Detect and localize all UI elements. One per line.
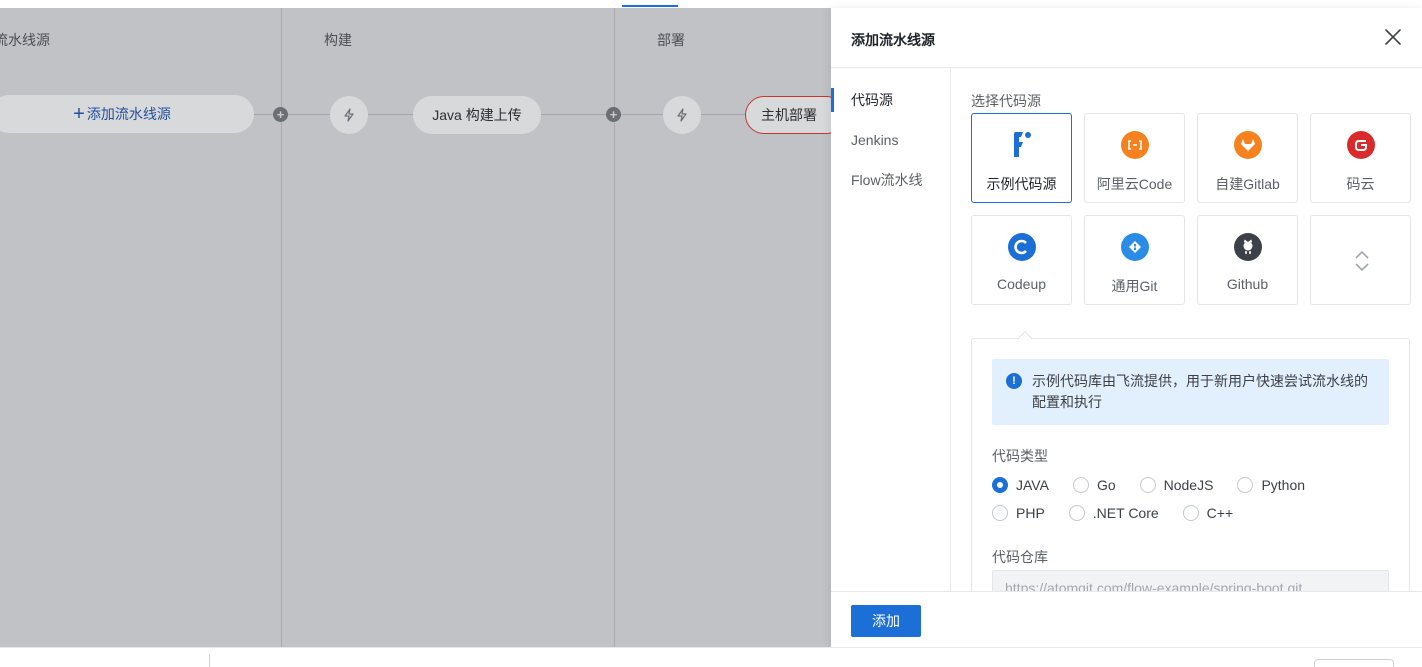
active-tab-indicator [622,5,678,7]
git-icon [1121,233,1149,261]
repo-label: 代码仓库 [992,549,1048,565]
connector-line [288,114,333,115]
drawer-footer: 添加 [831,591,1422,647]
source-card-gitee[interactable]: 码云 [1310,113,1411,203]
code-type-radio-group-row2: PHP .NET Core C++ [992,505,1257,521]
add-stage-plus-icon[interactable]: + [273,107,288,122]
source-card-codeup[interactable]: Codeup [971,215,1072,305]
radio-php[interactable]: PHP [992,505,1045,521]
radio-circle [1068,505,1085,521]
nav-item-code-source[interactable]: 代码源 [831,80,950,120]
source-detail-panel: ! 示例代码库由飞流提供，用于新用户快速尝试流水线的配置和执行 代码类型 JAV… [971,330,1410,591]
connector-line [541,114,609,115]
radio-java[interactable]: JAVA [992,477,1049,493]
stage-title-build: 构建 [324,32,352,48]
drawer-title: 添加流水线源 [851,32,935,48]
bottom-divider [209,654,210,667]
info-icon: ! [1006,373,1022,389]
info-text: 示例代码库由飞流提供，用于新用户快速尝试流水线的配置和执行 [1032,373,1368,410]
source-label: Github [1226,276,1269,292]
bottom-button-edge[interactable] [1314,659,1394,667]
bolt-icon [677,108,687,122]
radio-label: C++ [1206,505,1234,521]
stage-title-source: 流水线源 [0,32,50,48]
close-icon [1385,29,1401,45]
code-type-radio-group: JAVA Go NodeJS Python [992,477,1329,493]
source-label: 码云 [1346,176,1375,192]
code-type-label: 代码类型 [992,448,1048,464]
add-source-drawer: 添加流水线源 代码源 Jenkins Flow流水线 选择代码源 示例代码源 阿… [831,8,1422,647]
add-stage-plus-icon[interactable]: + [606,107,621,122]
aliyun-code-icon [1121,131,1149,159]
radio-label: NodeJS [1163,477,1214,493]
codeup-icon [1008,233,1036,261]
radio-circle [992,477,1008,493]
radio-label: .NET Core [1092,505,1159,521]
github-icon [1234,233,1262,261]
drawer-nav: 代码源 Jenkins Flow流水线 [831,68,951,591]
source-label: 通用Git [1111,278,1158,294]
radio-circle [992,505,1008,521]
radio-label: Go [1096,477,1116,493]
trigger-bolt-icon[interactable] [663,96,701,134]
radio-circle [1139,477,1156,493]
radio-circle [1072,477,1089,493]
source-label: Codeup [996,276,1047,292]
drawer-body: 选择代码源 示例代码源 阿里云Code 自建Gitlab 码云 Codeup 通… [951,68,1422,591]
add-button[interactable]: 添加 [851,605,921,637]
bottom-bar [0,647,1422,667]
connector-line [367,114,417,115]
radio-label: JAVA [1016,477,1049,493]
bolt-icon [344,108,354,122]
repo-url-input[interactable]: https://atomgit.com/flow-example/spring-… [992,570,1389,591]
stage-title-deploy: 部署 [657,32,685,48]
radio-nodejs[interactable]: NodeJS [1139,477,1214,493]
radio-cpp[interactable]: C++ [1182,505,1234,521]
gitlab-icon [1234,131,1262,159]
trigger-bolt-icon[interactable] [330,96,368,134]
info-alert: ! 示例代码库由飞流提供，用于新用户快速尝试流水线的配置和执行 [992,359,1389,425]
expand-more-sources-button[interactable] [1310,215,1411,305]
add-pipeline-source-button[interactable]: + 添加流水线源 [0,95,254,133]
source-card-generic-git[interactable]: 通用Git [1084,215,1185,305]
radio-label: Python [1261,477,1306,493]
deploy-job-pill[interactable]: 主机部署 [745,96,831,134]
build-job-pill[interactable]: Java 构建上传 [413,96,541,134]
plus-icon: + [73,103,85,125]
flow-icon [1008,131,1036,159]
radio-python[interactable]: Python [1237,477,1305,493]
radio-go[interactable]: Go [1072,477,1116,493]
source-card-github[interactable]: Github [1197,215,1298,305]
panel-caret [1017,330,1033,346]
gitee-icon [1347,131,1375,159]
close-button[interactable] [1382,26,1404,48]
connector-line [621,114,666,115]
source-label: 自建Gitlab [1215,176,1280,192]
radio-circle [1182,505,1199,521]
add-source-label: 添加流水线源 [86,106,171,122]
top-strip [0,0,1422,8]
select-source-label: 选择代码源 [971,93,1041,109]
expand-chevron-icon [1355,250,1369,272]
radio-circle [1237,477,1254,493]
drawer-header: 添加流水线源 [831,8,1422,68]
source-label: 阿里云Code [1096,176,1173,192]
source-card-gitlab[interactable]: 自建Gitlab [1197,113,1298,203]
radio-label: PHP [1016,505,1045,521]
radio-dotnet-core[interactable]: .NET Core [1068,505,1159,521]
nav-item-flow-pipeline[interactable]: Flow流水线 [831,160,950,200]
nav-item-jenkins[interactable]: Jenkins [831,120,950,160]
pipeline-canvas: 流水线源 构建 部署 + 添加流水线源 + Java 构建上传 + 主机部署 [0,8,831,647]
connector-line [700,114,748,115]
source-card-aliyun-code[interactable]: 阿里云Code [1084,113,1185,203]
source-label: 示例代码源 [986,176,1057,192]
source-card-example[interactable]: 示例代码源 [971,113,1072,203]
